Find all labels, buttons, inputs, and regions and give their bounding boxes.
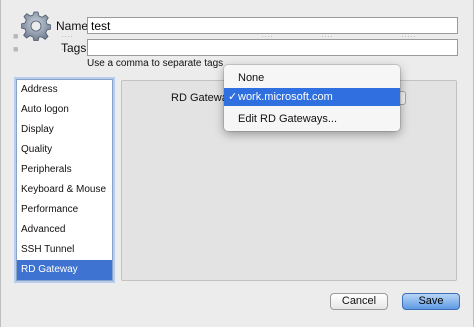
menu-item-label: work.microsoft.com	[238, 91, 333, 103]
checkmark-icon: ✓	[228, 91, 238, 103]
sidebar-item-auto-logon[interactable]: Auto logon	[17, 100, 112, 120]
cancel-button[interactable]: Cancel	[330, 293, 388, 310]
sidebar-item-keyboard-mouse[interactable]: Keyboard & Mouse	[17, 180, 112, 200]
name-field[interactable]	[87, 17, 458, 34]
sidebar-item-address[interactable]: Address	[17, 80, 112, 100]
sidebar-item-performance[interactable]: Performance	[17, 200, 112, 220]
connection-settings-sheet: ■················· ■················· Na…	[0, 0, 474, 327]
menu-item-work-microsoft[interactable]: ✓ work.microsoft.com	[224, 88, 400, 106]
sidebar-item-ssh-tunnel[interactable]: SSH Tunnel	[17, 240, 112, 260]
tags-label: Tags:	[61, 41, 90, 55]
sidebar-item-peripherals[interactable]: Peripherals	[17, 160, 112, 180]
settings-category-list: Address Auto logon Display Quality Perip…	[16, 79, 113, 281]
menu-item-none[interactable]: None	[224, 69, 400, 87]
tags-field[interactable]	[87, 39, 458, 56]
menu-item-edit-rd-gateways[interactable]: Edit RD Gateways...	[224, 110, 400, 128]
menu-item-label: Edit RD Gateways...	[238, 113, 338, 125]
sidebar-item-display[interactable]: Display	[17, 120, 112, 140]
sidebar-item-quality[interactable]: Quality	[17, 140, 112, 160]
tags-hint: Use a comma to separate tags	[87, 58, 224, 69]
save-button[interactable]: Save	[402, 293, 460, 310]
settings-gear-icon	[21, 11, 51, 41]
rd-gateway-dropdown-menu: None ✓ work.microsoft.com Edit RD Gatewa…	[224, 65, 400, 131]
sidebar-item-rd-gateway[interactable]: RD Gateway	[17, 260, 112, 280]
sidebar-item-advanced[interactable]: Advanced	[17, 220, 112, 240]
menu-item-label: None	[238, 72, 265, 84]
